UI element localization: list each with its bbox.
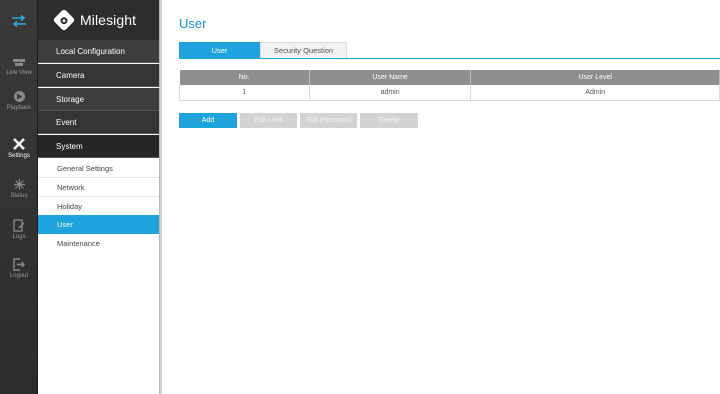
rail-item-live-view[interactable]: Live View bbox=[0, 48, 38, 86]
edit-limit-button[interactable]: Edit Limit bbox=[240, 113, 297, 128]
menu-group-camera[interactable]: Camera bbox=[38, 64, 159, 87]
add-button[interactable]: Add bbox=[179, 113, 237, 128]
panel-divider[interactable] bbox=[159, 0, 162, 394]
playback-icon bbox=[13, 91, 25, 102]
rail-item-logs[interactable]: Logs bbox=[0, 211, 38, 249]
tab-security-question[interactable]: Security Question bbox=[260, 42, 347, 58]
logout-icon bbox=[13, 258, 25, 271]
swap-arrows-icon bbox=[12, 15, 26, 27]
rail-label: Status bbox=[10, 193, 28, 199]
edit-password-button[interactable]: Edit Password bbox=[300, 113, 357, 128]
cell-user-name: admin bbox=[309, 85, 472, 101]
column-header-user-level: User Level bbox=[470, 70, 720, 85]
rail-label: Logout bbox=[9, 273, 29, 279]
rail-item-status[interactable]: Status bbox=[0, 170, 38, 208]
milesight-logo-icon bbox=[52, 8, 76, 32]
page-title: User bbox=[179, 16, 207, 31]
rail-label: Settings bbox=[8, 152, 30, 159]
settings-icon bbox=[13, 137, 25, 150]
table-row[interactable]: 1 admin Admin bbox=[179, 85, 720, 101]
menu-group-storage[interactable]: Storage bbox=[38, 88, 159, 111]
cell-user-level: Admin bbox=[470, 85, 720, 101]
menu-toggle-button[interactable] bbox=[0, 0, 38, 42]
delete-button[interactable]: Delete bbox=[360, 113, 418, 128]
brand-header: Milesight bbox=[38, 0, 159, 40]
tab-bar: User Security Question bbox=[179, 42, 347, 58]
user-table: No. User Name User Level 1 admin Admin bbox=[179, 70, 720, 101]
menu-group-local-configuration[interactable]: Local Configuration bbox=[38, 40, 159, 63]
sub-item-user[interactable]: User bbox=[38, 215, 159, 234]
rail-label: Live View bbox=[6, 69, 32, 76]
tab-underline bbox=[179, 58, 720, 59]
brand-name: Milesight bbox=[80, 12, 137, 28]
rail-item-settings[interactable]: Settings bbox=[0, 129, 38, 167]
column-header-user-name: User Name bbox=[309, 70, 472, 85]
action-buttons: Add Edit Limit Edit Password Delete bbox=[179, 113, 418, 128]
cell-no: 1 bbox=[179, 85, 310, 101]
tab-user[interactable]: User bbox=[179, 42, 260, 58]
sub-item-holiday[interactable]: Holiday bbox=[38, 197, 159, 216]
sub-item-maintenance[interactable]: Maintenance bbox=[38, 234, 159, 253]
icon-rail: Live View Playback Settings Status Logs … bbox=[0, 0, 38, 394]
logs-icon bbox=[13, 219, 25, 232]
rail-label: Playback bbox=[6, 105, 32, 111]
settings-menu: Milesight Local Configuration Camera Sto… bbox=[38, 0, 159, 394]
sub-item-general-settings[interactable]: General Settings bbox=[38, 159, 159, 178]
menu-group-system[interactable]: System bbox=[38, 135, 159, 158]
rail-label: Logs bbox=[12, 234, 26, 240]
table-header-row: No. User Name User Level bbox=[179, 70, 720, 85]
column-header-no: No. bbox=[179, 70, 310, 85]
menu-group-event[interactable]: Event bbox=[38, 111, 159, 134]
live-view-icon bbox=[13, 58, 25, 66]
sub-item-network[interactable]: Network bbox=[38, 178, 159, 197]
rail-item-logout[interactable]: Logout bbox=[0, 250, 38, 288]
status-icon bbox=[13, 179, 25, 190]
rail-item-playback[interactable]: Playback bbox=[0, 82, 38, 120]
